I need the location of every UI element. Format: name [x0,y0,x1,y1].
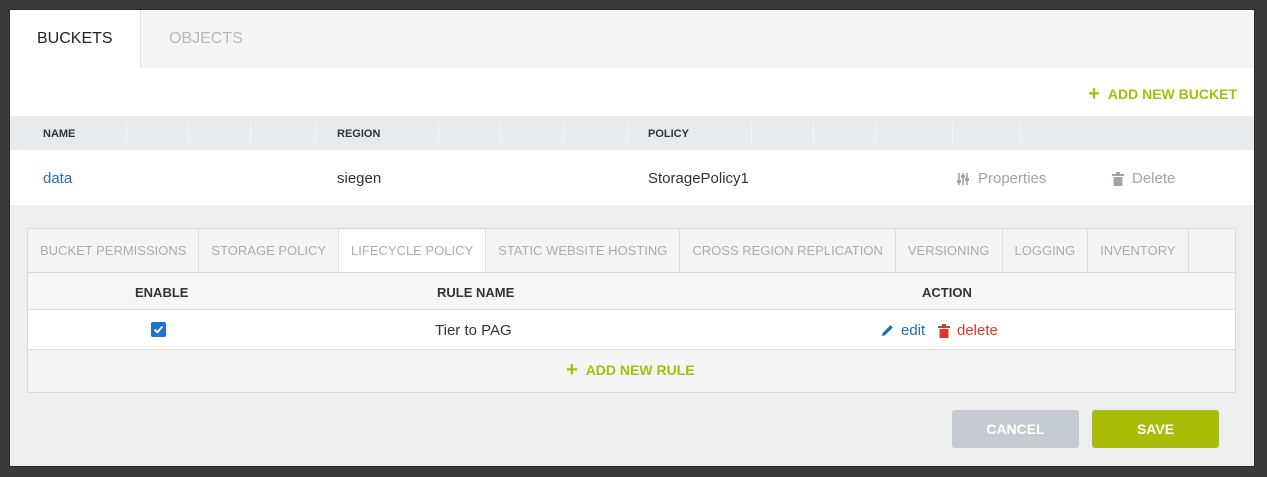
delete-label: delete [957,322,998,339]
cancel-button[interactable]: CANCEL [952,410,1079,448]
tab-buckets[interactable]: BUCKETS [10,10,141,68]
column-header-enable: ENABLE [135,285,189,300]
edit-label: edit [901,322,926,339]
add-new-bucket-button[interactable]: + ADD NEW BUCKET [1088,83,1237,105]
column-divider [952,123,953,143]
properties-label: Properties [978,170,1047,187]
add-new-rule-button[interactable]: + ADD NEW RULE [566,359,695,381]
column-header-region: REGION [337,128,381,140]
column-divider [875,123,876,143]
tab-inventory[interactable]: INVENTORY [1088,229,1189,272]
trash-icon [938,323,950,338]
tab-bucket-permissions[interactable]: BUCKET PERMISSIONS [28,229,200,272]
tab-logging[interactable]: LOGGING [1002,229,1089,272]
column-divider [500,123,501,143]
tab-storage-policy[interactable]: STORAGE POLICY [199,229,340,272]
bucket-name-link[interactable]: data [43,170,72,187]
rules-table-header: ENABLE RULE NAME ACTION [28,272,1235,310]
edit-rule-button[interactable]: edit [881,322,925,339]
column-divider [250,123,251,143]
tab-lifecycle-policy[interactable]: LIFECYCLE POLICY [339,229,487,273]
bucket-settings-panel: BUCKET PERMISSIONS STORAGE POLICY LIFECY… [27,228,1236,393]
column-divider [1020,123,1021,143]
tab-static-website-hosting[interactable]: STATIC WEBSITE HOSTING [486,229,681,272]
table-row: data siegen StoragePolicy1 Properties De… [10,150,1254,205]
tab-cross-region-replication[interactable]: CROSS REGION REPLICATION [680,229,896,272]
column-header-policy: POLICY [648,128,689,140]
main-tabs: BUCKETS OBJECTS [10,10,1254,68]
tab-objects[interactable]: OBJECTS [142,10,270,68]
plus-icon: + [566,359,578,381]
bucket-editor-panel: BUCKETS OBJECTS + ADD NEW BUCKET NAME RE… [10,10,1254,466]
add-new-rule-label: ADD NEW RULE [585,362,695,378]
settings-tabs: BUCKET PERMISSIONS STORAGE POLICY LIFECY… [28,229,1189,273]
column-divider [627,123,628,143]
trash-icon [1112,171,1124,186]
column-divider [188,123,189,143]
column-divider [563,123,564,143]
add-new-bucket-label: ADD NEW BUCKET [1107,86,1237,102]
column-divider [126,123,127,143]
bucket-region: siegen [337,170,382,187]
pencil-icon [882,325,893,336]
rule-name: Tier to PAG [435,322,512,339]
column-divider [438,123,439,143]
bucket-policy: StoragePolicy1 [648,170,749,187]
column-header-rule-name: RULE NAME [437,285,515,300]
tab-versioning[interactable]: VERSIONING [895,229,1003,272]
delete-bucket-button[interactable]: Delete [1112,170,1175,187]
table-row: Tier to PAG edit delete [28,310,1235,350]
column-divider [813,123,814,143]
sliders-icon [957,172,969,185]
delete-label: Delete [1132,170,1176,187]
delete-rule-button[interactable]: delete [938,322,998,339]
column-header-action: ACTION [922,285,972,300]
save-button[interactable]: SAVE [1092,410,1219,448]
column-divider [315,123,316,143]
plus-icon: + [1088,83,1100,105]
column-divider [751,123,752,143]
checkmark-icon [153,325,164,334]
properties-button[interactable]: Properties [956,170,1046,187]
enable-checkbox[interactable] [151,322,166,337]
bucket-table-header: NAME REGION POLICY [10,116,1254,150]
toolbar: + ADD NEW BUCKET [10,68,1254,116]
column-header-name: NAME [43,128,76,140]
